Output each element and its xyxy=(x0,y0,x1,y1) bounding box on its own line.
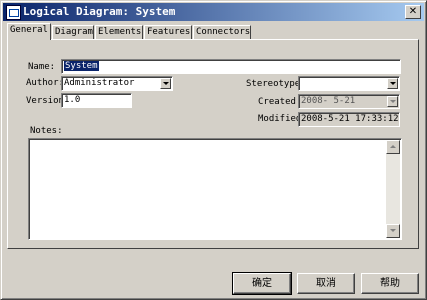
author-select[interactable]: Administrator xyxy=(61,76,173,91)
scroll-up-icon[interactable] xyxy=(386,140,400,154)
stereotype-select[interactable] xyxy=(298,76,400,91)
cancel-button[interactable]: 取消 xyxy=(297,273,355,294)
general-panel: Name: System Author: Administrator Versi… xyxy=(7,39,419,249)
scroll-down-icon[interactable] xyxy=(386,224,400,238)
created-date-picker: 2008- 5-21 xyxy=(298,94,400,109)
help-button[interactable]: 帮助 xyxy=(361,273,419,294)
notes-scrollbar[interactable] xyxy=(386,140,400,238)
title-bar[interactable]: Logical Diagram: System ✕ xyxy=(3,3,424,21)
notes-label: Notes: xyxy=(30,126,63,136)
modified-label: Modified: xyxy=(258,114,298,124)
modified-field: 2008-5-21 17:33:12 xyxy=(298,112,400,127)
window-title: Logical Diagram: System xyxy=(23,5,176,18)
close-icon: ✕ xyxy=(408,6,418,17)
tab-elements[interactable]: Elements xyxy=(95,25,143,39)
author-label: Author: xyxy=(26,78,64,88)
dialog-window: Logical Diagram: System ✕ General Diagra… xyxy=(0,0,427,300)
dropdown-arrow-icon[interactable] xyxy=(160,78,171,89)
created-label: Created xyxy=(258,97,296,107)
name-input[interactable]: System xyxy=(61,59,401,74)
close-button[interactable]: ✕ xyxy=(405,5,421,19)
version-label: Version: xyxy=(26,96,63,106)
tab-general[interactable]: General xyxy=(7,23,51,40)
tab-connectors[interactable]: Connectors xyxy=(193,25,251,39)
notes-textarea[interactable] xyxy=(28,138,402,240)
tab-features[interactable]: Features xyxy=(144,25,192,39)
version-input[interactable]: 1.0 xyxy=(61,93,132,108)
dropdown-arrow-icon xyxy=(387,96,398,107)
dropdown-arrow-icon[interactable] xyxy=(387,78,398,89)
tab-diagram[interactable]: Diagram xyxy=(52,25,94,39)
diagram-icon xyxy=(6,5,21,20)
stereotype-label: Stereotype xyxy=(246,79,301,89)
name-label: Name: xyxy=(28,62,56,72)
ok-button[interactable]: 确定 xyxy=(232,272,292,295)
